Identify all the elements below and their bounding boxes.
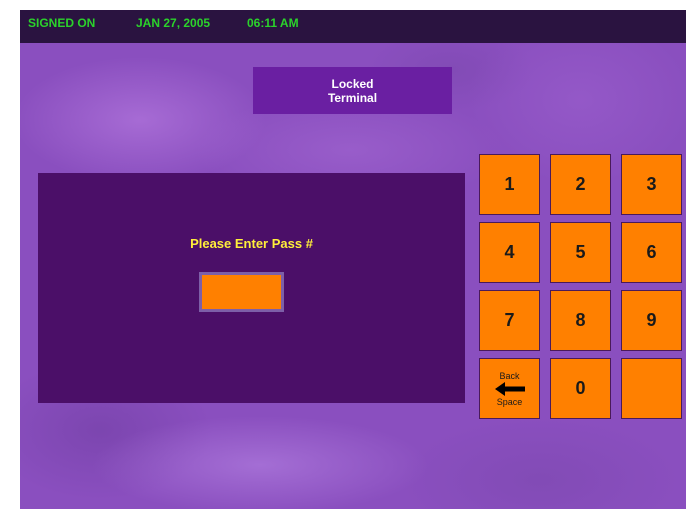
key-8[interactable]: 8 [550, 290, 611, 351]
backspace-button[interactable]: Back Space [479, 358, 540, 419]
key-1[interactable]: 1 [479, 154, 540, 215]
pass-input-field[interactable] [199, 272, 284, 312]
status-bar: SIGNED ON JAN 27, 2005 06:11 AM [20, 10, 686, 43]
key-2[interactable]: 2 [550, 154, 611, 215]
key-blank[interactable] [621, 358, 682, 419]
key-4[interactable]: 4 [479, 222, 540, 283]
pass-entry-panel: Please Enter Pass # [38, 173, 465, 403]
arrow-left-icon [494, 381, 525, 396]
status-time: 06:11 AM [247, 16, 299, 30]
title-line-2: Terminal [327, 90, 378, 105]
key-5[interactable]: 5 [550, 222, 611, 283]
backspace-label-top: Back [499, 370, 520, 381]
signed-on-status: SIGNED ON [28, 16, 96, 30]
title-line-1: Locked [331, 76, 374, 91]
key-6[interactable]: 6 [621, 222, 682, 283]
page-title: Locked Terminal [253, 67, 452, 114]
status-date: JAN 27, 2005 [136, 16, 211, 30]
key-0[interactable]: 0 [550, 358, 611, 419]
pass-prompt: Please Enter Pass # [190, 236, 313, 251]
key-3[interactable]: 3 [621, 154, 682, 215]
key-9[interactable]: 9 [621, 290, 682, 351]
key-7[interactable]: 7 [479, 290, 540, 351]
backspace-label-bottom: Space [496, 396, 523, 407]
locked-terminal-screen: SIGNED ON JAN 27, 2005 06:11 AM Locked T… [20, 10, 686, 509]
